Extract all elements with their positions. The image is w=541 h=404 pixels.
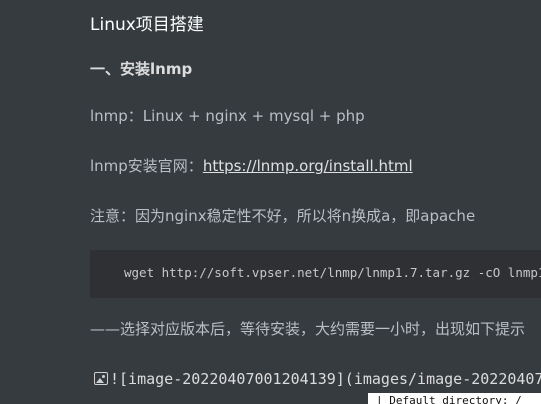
- image-preview-text: | Default directory: /: [376, 394, 522, 404]
- document-title: Linux项目搭建: [90, 15, 204, 35]
- broken-image-icon: [94, 372, 108, 385]
- apache-note-paragraph: 注意：因为nginx稳定性不好，所以将n换成a，即apache: [90, 207, 476, 225]
- markdown-editor-page: Linux项目搭建 一、安装lnmp lnmp：Linux + nginx + …: [0, 0, 541, 404]
- lnmp-site-label: lnmp安装官网：: [90, 157, 203, 175]
- code-block[interactable]: wget http://soft.vpser.net/lnmp/lnmp1.7.…: [90, 250, 541, 298]
- lnmp-install-link[interactable]: https://lnmp.org/install.html: [203, 157, 413, 175]
- image-markdown-line[interactable]: ![image-20220407001204139](images/image-…: [94, 370, 541, 388]
- image-markdown-source: ![image-20220407001204139](images/image-…: [110, 370, 541, 388]
- lnmp-site-paragraph: lnmp安装官网：https://lnmp.org/install.html: [90, 155, 413, 176]
- wget-command-code: wget http://soft.vpser.net/lnmp/lnmp1.7.…: [124, 265, 541, 280]
- lnmp-description-paragraph: lnmp：Linux + nginx + mysql + php: [90, 107, 365, 125]
- install-wait-paragraph: ——选择对应版本后，等待安装，大约需要一小时，出现如下提示: [90, 320, 526, 338]
- section-heading-install-lnmp: 一、安装lnmp: [90, 60, 193, 78]
- image-preview-snippet: | Default directory: /: [368, 393, 541, 404]
